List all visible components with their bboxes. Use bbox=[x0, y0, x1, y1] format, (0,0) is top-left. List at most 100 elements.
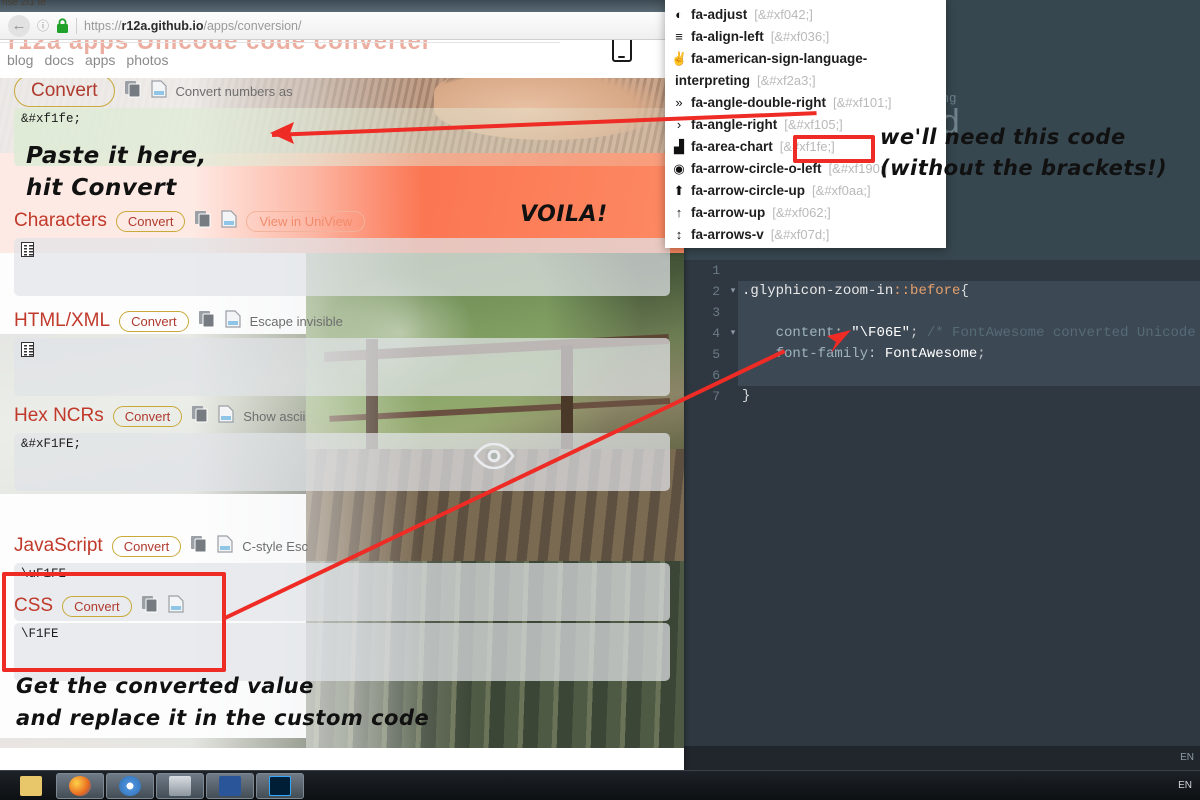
convert-button[interactable]: Convert bbox=[119, 310, 189, 332]
browser-url-bar: ← ⓘ https://r12a.github.io/apps/conversi… bbox=[0, 12, 684, 40]
site-header: r12a apps Unicode code converter blog do… bbox=[0, 40, 684, 78]
taskbar-item-firefox[interactable] bbox=[56, 772, 104, 799]
converter-row-hint[interactable]: Convert numbers as bbox=[176, 84, 293, 99]
converter-row-hint[interactable]: Show ascii bbox=[243, 409, 305, 424]
converter-textarea[interactable]: &#xF1FE; bbox=[14, 433, 670, 491]
sidebar-item-apps[interactable]: apps bbox=[85, 52, 115, 68]
converter-row-hint[interactable]: View in UniView bbox=[246, 210, 366, 232]
copy-icon[interactable] bbox=[124, 80, 142, 103]
convert-button[interactable]: Convert bbox=[111, 535, 182, 557]
dropdown-item-label: fa-arrow-circle-up bbox=[691, 183, 806, 198]
dropdown-item-label: fa-arrow-up bbox=[691, 205, 766, 220]
dropdown-item-label: fa-area-chart bbox=[691, 139, 773, 154]
sidebar-item-docs[interactable]: docs bbox=[44, 52, 74, 68]
line-number: 3 bbox=[712, 305, 720, 320]
annotation-need-code: we'll need this code (without the bracke… bbox=[880, 125, 1168, 180]
converter-row-label: Characters bbox=[14, 210, 107, 231]
file-icon[interactable] bbox=[221, 209, 238, 233]
taskbar-item-photoshop[interactable] bbox=[256, 772, 304, 799]
convert-button[interactable]: Convert bbox=[115, 210, 186, 232]
taskbar-item-chrome[interactable] bbox=[106, 772, 154, 799]
angle-double-right-icon: » bbox=[675, 95, 683, 110]
screen: mbr-section mbr-section--no-padding layo… bbox=[0, 0, 1200, 800]
code-token: ::before bbox=[893, 283, 961, 299]
lock-icon[interactable] bbox=[56, 17, 69, 34]
site-nav: blog docs apps photos bbox=[7, 52, 168, 68]
copy-icon[interactable] bbox=[191, 405, 209, 428]
missing-glyph-icon bbox=[21, 242, 34, 257]
dropdown-item-code: [&#xf036;] bbox=[770, 29, 830, 44]
area-chart-icon: ▟ bbox=[674, 139, 684, 154]
dropdown-item[interactable]: ✌ fa-american-sign-language- bbox=[665, 48, 946, 70]
dropdown-item-label: fa-american-sign-language- bbox=[691, 51, 868, 66]
code-line[interactable]: 7} bbox=[684, 386, 1200, 407]
fold-arrow-icon[interactable] bbox=[728, 386, 738, 407]
arrow-circle-o-left-icon: ◉ bbox=[673, 161, 685, 176]
dropdown-item[interactable]: ↕ fa-arrows-v [&#xf07d;] bbox=[665, 224, 946, 246]
taskbar-item-file-explorer[interactable] bbox=[8, 773, 54, 799]
dropdown-item[interactable]: ≡ fa-align-left [&#xf036;] bbox=[665, 26, 946, 48]
code-text: content: "\F06E"; /* FontAwesome convert… bbox=[738, 323, 1200, 344]
converter-row-label: JavaScript bbox=[14, 535, 103, 556]
file-icon[interactable] bbox=[225, 309, 241, 333]
line-number: 4 bbox=[712, 326, 720, 341]
code-line[interactable]: 1 bbox=[684, 260, 1200, 281]
code-line[interactable]: 2 ▾ .glyphicon-zoom-in::before{ bbox=[684, 281, 1200, 302]
url-domain: r12a.github.io bbox=[121, 18, 204, 33]
code-text: } bbox=[738, 386, 1200, 407]
file-icon[interactable] bbox=[217, 534, 233, 558]
converter-textarea[interactable] bbox=[14, 238, 670, 296]
converter-textarea[interactable] bbox=[14, 338, 670, 396]
arrows-v-icon: ↕ bbox=[675, 227, 683, 242]
converter-row-hint[interactable]: C-style Esc bbox=[242, 539, 308, 554]
taskbar-item-recorder[interactable] bbox=[156, 772, 204, 799]
code-line[interactable]: 3 bbox=[684, 302, 1200, 323]
system-tray[interactable]: EN bbox=[1178, 780, 1200, 791]
copy-icon[interactable] bbox=[190, 535, 208, 558]
taskbar-item-word[interactable] bbox=[206, 772, 254, 799]
url-path: /apps/conversion/ bbox=[203, 18, 302, 33]
code-token: "\F06E" bbox=[851, 325, 911, 341]
line-number: 2 bbox=[712, 284, 720, 299]
sidebar-item-blog[interactable]: blog bbox=[7, 52, 33, 68]
convert-button[interactable]: Convert bbox=[112, 405, 183, 427]
code-line[interactable]: 4 ▾ content: "\F06E"; /* FontAwesome conv… bbox=[684, 323, 1200, 344]
dropdown-item-wrap[interactable]: interpreting [&#xf2a3;] bbox=[665, 70, 946, 92]
back-arrow-icon[interactable]: ← bbox=[8, 14, 30, 37]
annotation-paste-here: Paste it here, hit Convert bbox=[26, 143, 207, 201]
file-icon[interactable] bbox=[150, 79, 167, 103]
convert-button[interactable]: Convert bbox=[14, 78, 115, 107]
dropdown-item[interactable]: ↑ fa-arrow-up [&#xf062;] bbox=[665, 202, 946, 224]
dropdown-item[interactable]: ◐ fa-adjust [&#xf042;] bbox=[665, 4, 946, 26]
file-icon[interactable] bbox=[218, 404, 234, 428]
url-text[interactable]: https://r12a.github.io/apps/conversion/ bbox=[84, 19, 301, 33]
info-icon[interactable]: ⓘ bbox=[37, 17, 49, 34]
status-language: EN bbox=[1180, 752, 1194, 763]
dropdown-item-code: [&#xf062;] bbox=[772, 205, 831, 220]
code-text bbox=[738, 365, 1200, 386]
highlight-box-css-row bbox=[2, 572, 226, 672]
window-title-bar: rise 2f1 fe bbox=[0, 0, 684, 12]
url-divider bbox=[76, 17, 78, 34]
dropdown-item-code: [&#xf0aa;] bbox=[812, 183, 871, 198]
annotation-voila: VOILA! bbox=[520, 202, 608, 227]
fold-arrow-icon[interactable] bbox=[728, 302, 738, 323]
editor-status-bar: EN bbox=[684, 746, 1200, 770]
dropdown-item-label: fa-align-left bbox=[691, 29, 764, 44]
fold-arrow-icon[interactable] bbox=[728, 260, 738, 281]
fold-arrow-icon[interactable]: ▾ bbox=[728, 323, 738, 344]
fold-arrow-icon[interactable] bbox=[728, 344, 738, 365]
fold-arrow-icon[interactable]: ▾ bbox=[728, 281, 738, 302]
code-token: : bbox=[868, 346, 885, 362]
dropdown-item-code: [&#xf101;] bbox=[833, 95, 892, 110]
copy-icon[interactable] bbox=[198, 310, 216, 333]
converter-row-hint[interactable]: Escape invisible bbox=[250, 314, 343, 329]
converter-row-header: Convert Convert numbers as bbox=[0, 78, 684, 107]
code-editor[interactable]: 1 2 ▾ .glyphicon-zoom-in::before{3 4 ▾ conten… bbox=[684, 260, 1200, 746]
copy-icon[interactable] bbox=[194, 210, 212, 233]
arrow-head-to-code bbox=[827, 330, 851, 353]
dropdown-item-label: fa-adjust bbox=[691, 7, 748, 22]
sidebar-item-photos[interactable]: photos bbox=[126, 52, 168, 68]
converter-row-header: HTML/XML Convert Escape invisible bbox=[0, 308, 684, 334]
code-line[interactable]: 6 bbox=[684, 365, 1200, 386]
